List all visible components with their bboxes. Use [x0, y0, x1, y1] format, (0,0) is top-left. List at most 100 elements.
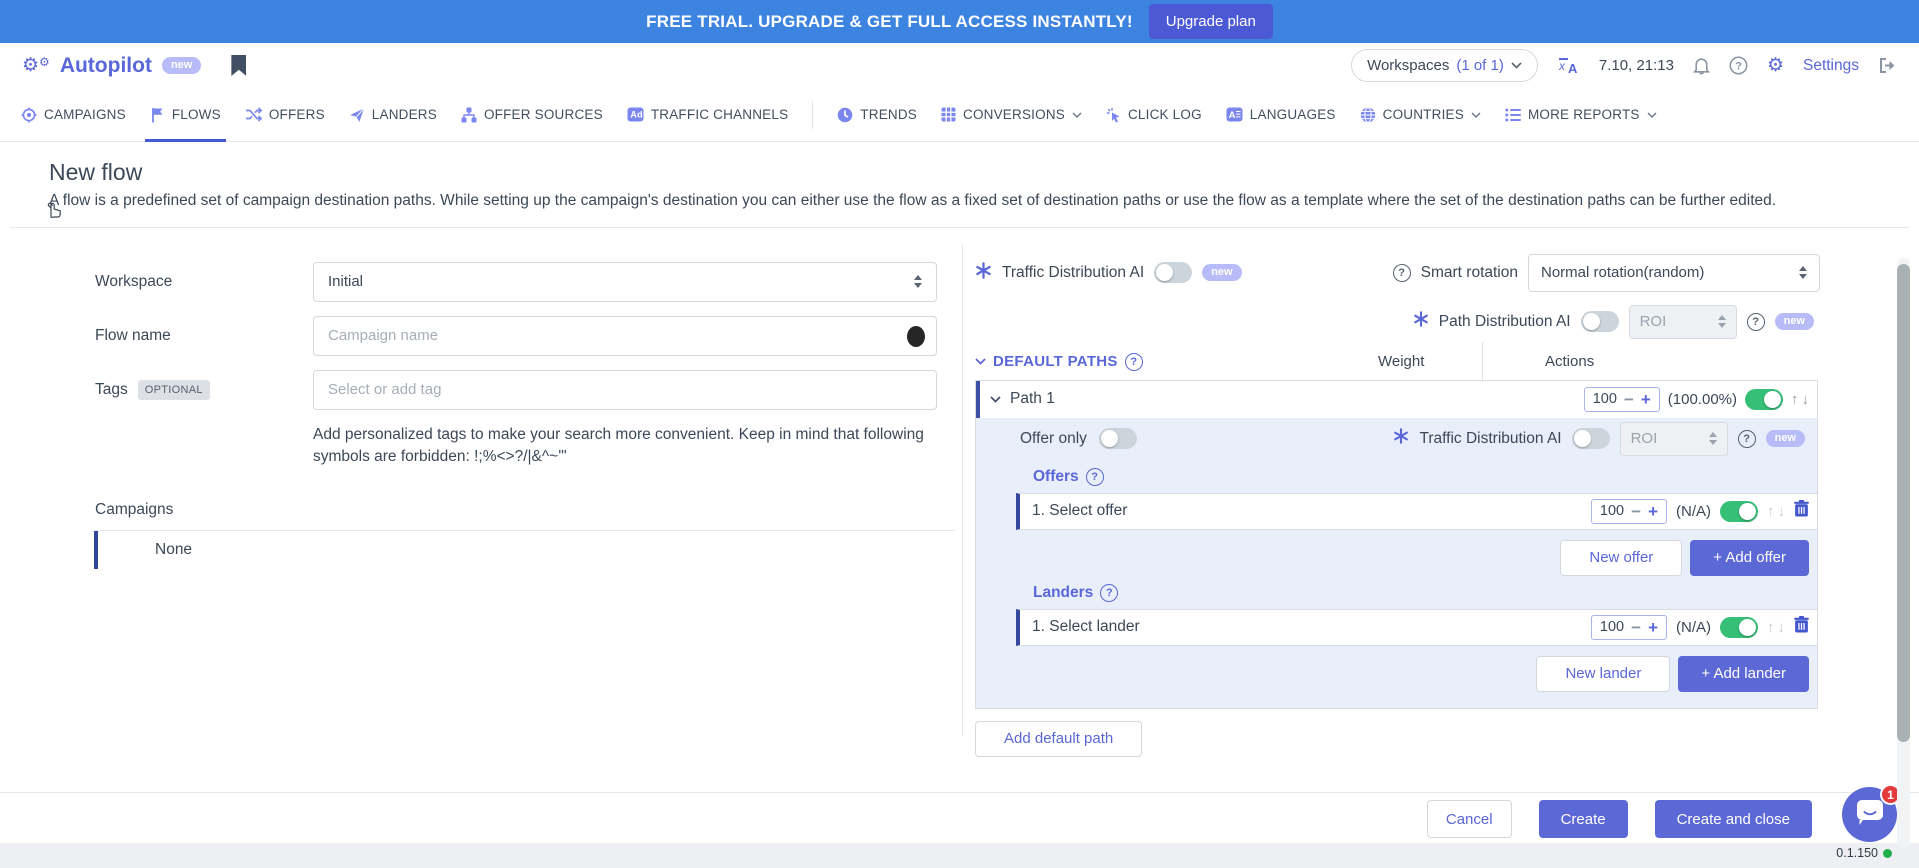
- nav-click-log[interactable]: CLICK LOG: [1106, 88, 1202, 142]
- mouse-cursor-icon: [44, 195, 64, 224]
- collapse-chevron-icon[interactable]: [975, 358, 986, 365]
- path-name[interactable]: Path 1: [1010, 390, 1055, 408]
- nav-offer-sources[interactable]: OFFER SOURCES: [461, 88, 603, 142]
- lander-enabled-toggle[interactable]: [1720, 617, 1758, 638]
- path-distribution-help-icon[interactable]: ?: [1747, 313, 1765, 331]
- increase-weight-button[interactable]: +: [1648, 503, 1658, 520]
- bottom-strip: [0, 843, 1919, 868]
- move-down-icon[interactable]: ↓: [1778, 503, 1786, 520]
- workspace-select-value: Initial: [328, 273, 363, 290]
- offer-only-toggle[interactable]: [1099, 428, 1137, 449]
- grid-icon: [941, 107, 956, 122]
- select-chevrons-icon: [914, 275, 922, 288]
- flow-name-input[interactable]: [313, 316, 937, 356]
- status-green-dot: [1883, 849, 1892, 858]
- settings-link[interactable]: Settings: [1803, 57, 1859, 75]
- smart-rotation-help-icon[interactable]: ?: [1393, 264, 1411, 282]
- create-button[interactable]: Create: [1539, 800, 1628, 838]
- move-up-icon[interactable]: ↑: [1791, 391, 1799, 408]
- add-lander-button[interactable]: + Add lander: [1678, 656, 1809, 692]
- add-offer-button[interactable]: + Add offer: [1690, 540, 1809, 576]
- tags-help-text: Add personalized tags to make your searc…: [313, 424, 937, 469]
- offer-weight-input[interactable]: 100 − +: [1591, 499, 1667, 524]
- path-traffic-ai-toggle[interactable]: [1572, 428, 1610, 449]
- path-roi-select[interactable]: ROI: [1629, 305, 1737, 339]
- move-up-icon[interactable]: ↑: [1767, 619, 1775, 636]
- settings-gear-icon[interactable]: ⚙: [1767, 56, 1784, 75]
- offers-help-icon[interactable]: ?: [1086, 468, 1104, 486]
- delete-trash-icon[interactable]: [1794, 500, 1809, 522]
- nav-trends[interactable]: TRENDS: [837, 88, 917, 142]
- upgrade-plan-button[interactable]: Upgrade plan: [1149, 4, 1273, 39]
- nav-campaigns[interactable]: CAMPAIGNS: [21, 88, 126, 142]
- delete-trash-icon[interactable]: [1794, 616, 1809, 638]
- traffic-distribution-ai-toggle[interactable]: [1154, 262, 1192, 283]
- workspaces-count: (1 of 1): [1456, 57, 1504, 74]
- path-weight-value: 100: [1593, 391, 1617, 407]
- move-up-icon[interactable]: ↑: [1767, 503, 1775, 520]
- roi-value: ROI: [1640, 313, 1667, 330]
- move-down-icon[interactable]: ↓: [1778, 619, 1786, 636]
- bookmark-icon[interactable]: [231, 55, 246, 76]
- decrease-weight-button[interactable]: −: [1624, 391, 1634, 408]
- landers-help-icon[interactable]: ?: [1100, 584, 1118, 602]
- new-offer-button[interactable]: New offer: [1560, 540, 1682, 576]
- increase-weight-button[interactable]: +: [1648, 619, 1658, 636]
- nav-flows[interactable]: FLOWS: [150, 88, 221, 142]
- nav-conversions[interactable]: CONVERSIONS: [941, 88, 1082, 142]
- path-traffic-roi-select[interactable]: ROI: [1620, 422, 1728, 456]
- notifications-bell-icon[interactable]: [1693, 56, 1710, 75]
- svg-text:A: A: [1568, 61, 1578, 75]
- page-description: A flow is a predefined set of campaign d…: [49, 190, 1870, 212]
- offer-stat: (N/A): [1676, 503, 1711, 520]
- traffic-ai-help-icon[interactable]: ?: [1738, 430, 1756, 448]
- ai-icon: [975, 262, 992, 284]
- decrease-weight-button[interactable]: −: [1631, 503, 1641, 520]
- nav-offers[interactable]: OFFERS: [245, 88, 325, 142]
- cancel-button[interactable]: Cancel: [1427, 800, 1512, 838]
- default-paths-title[interactable]: DEFAULT PATHS: [993, 353, 1118, 370]
- workspaces-selector[interactable]: Workspaces (1 of 1): [1351, 49, 1538, 82]
- increase-weight-button[interactable]: +: [1641, 391, 1651, 408]
- logout-icon[interactable]: [1878, 57, 1897, 74]
- flow-color-dot[interactable]: [907, 326, 925, 347]
- language-square-icon: A: [1226, 107, 1243, 122]
- offer-select[interactable]: 1. Select offer: [1032, 502, 1127, 520]
- lander-weight-input[interactable]: 100 − +: [1591, 615, 1667, 640]
- trial-banner-text: FREE TRIAL. UPGRADE & GET FULL ACCESS IN…: [646, 12, 1133, 32]
- nav-label: LANDERS: [372, 107, 437, 122]
- chevron-down-icon: [1647, 112, 1657, 118]
- default-paths-help-icon[interactable]: ?: [1125, 353, 1143, 371]
- path-enabled-toggle[interactable]: [1745, 389, 1783, 410]
- help-icon[interactable]: ?: [1729, 56, 1748, 75]
- new-lander-button[interactable]: New lander: [1536, 656, 1670, 692]
- path-distribution-ai-toggle[interactable]: [1581, 311, 1619, 332]
- brand-name[interactable]: Autopilot: [60, 54, 152, 78]
- tags-input[interactable]: [313, 370, 937, 410]
- nav-countries[interactable]: COUNTRIES: [1360, 88, 1481, 142]
- nav-languages[interactable]: A LANGUAGES: [1226, 88, 1336, 142]
- chevron-down-icon: [1511, 62, 1522, 69]
- smart-rotation-select[interactable]: Normal rotation(random): [1528, 254, 1820, 292]
- move-down-icon[interactable]: ↓: [1802, 391, 1810, 408]
- path-weight-input[interactable]: 100 − +: [1584, 387, 1660, 412]
- flag-icon: [150, 107, 165, 123]
- trial-banner: FREE TRIAL. UPGRADE & GET FULL ACCESS IN…: [0, 0, 1919, 43]
- workspaces-label: Workspaces: [1367, 57, 1449, 74]
- nav-traffic-channels[interactable]: Ad TRAFFIC CHANNELS: [627, 88, 788, 142]
- offer-enabled-toggle[interactable]: [1720, 501, 1758, 522]
- create-and-close-button[interactable]: Create and close: [1655, 800, 1812, 838]
- collapse-chevron-icon[interactable]: [990, 396, 1001, 403]
- nav-label: COUNTRIES: [1383, 107, 1464, 122]
- svg-text:x: x: [1558, 59, 1566, 73]
- decrease-weight-button[interactable]: −: [1631, 619, 1641, 636]
- translate-icon[interactable]: xA: [1557, 57, 1580, 75]
- add-default-path-button[interactable]: Add default path: [975, 721, 1142, 757]
- chat-widget-button[interactable]: 1: [1842, 787, 1897, 842]
- workspace-select[interactable]: Initial: [313, 262, 937, 302]
- scrollbar-thumb[interactable]: [1897, 264, 1910, 742]
- lander-select[interactable]: 1. Select lander: [1032, 618, 1140, 636]
- nav-more-reports[interactable]: MORE REPORTS: [1505, 88, 1657, 142]
- nav-landers[interactable]: LANDERS: [349, 88, 437, 142]
- clock-datetime[interactable]: 7.10, 21:13: [1599, 57, 1674, 74]
